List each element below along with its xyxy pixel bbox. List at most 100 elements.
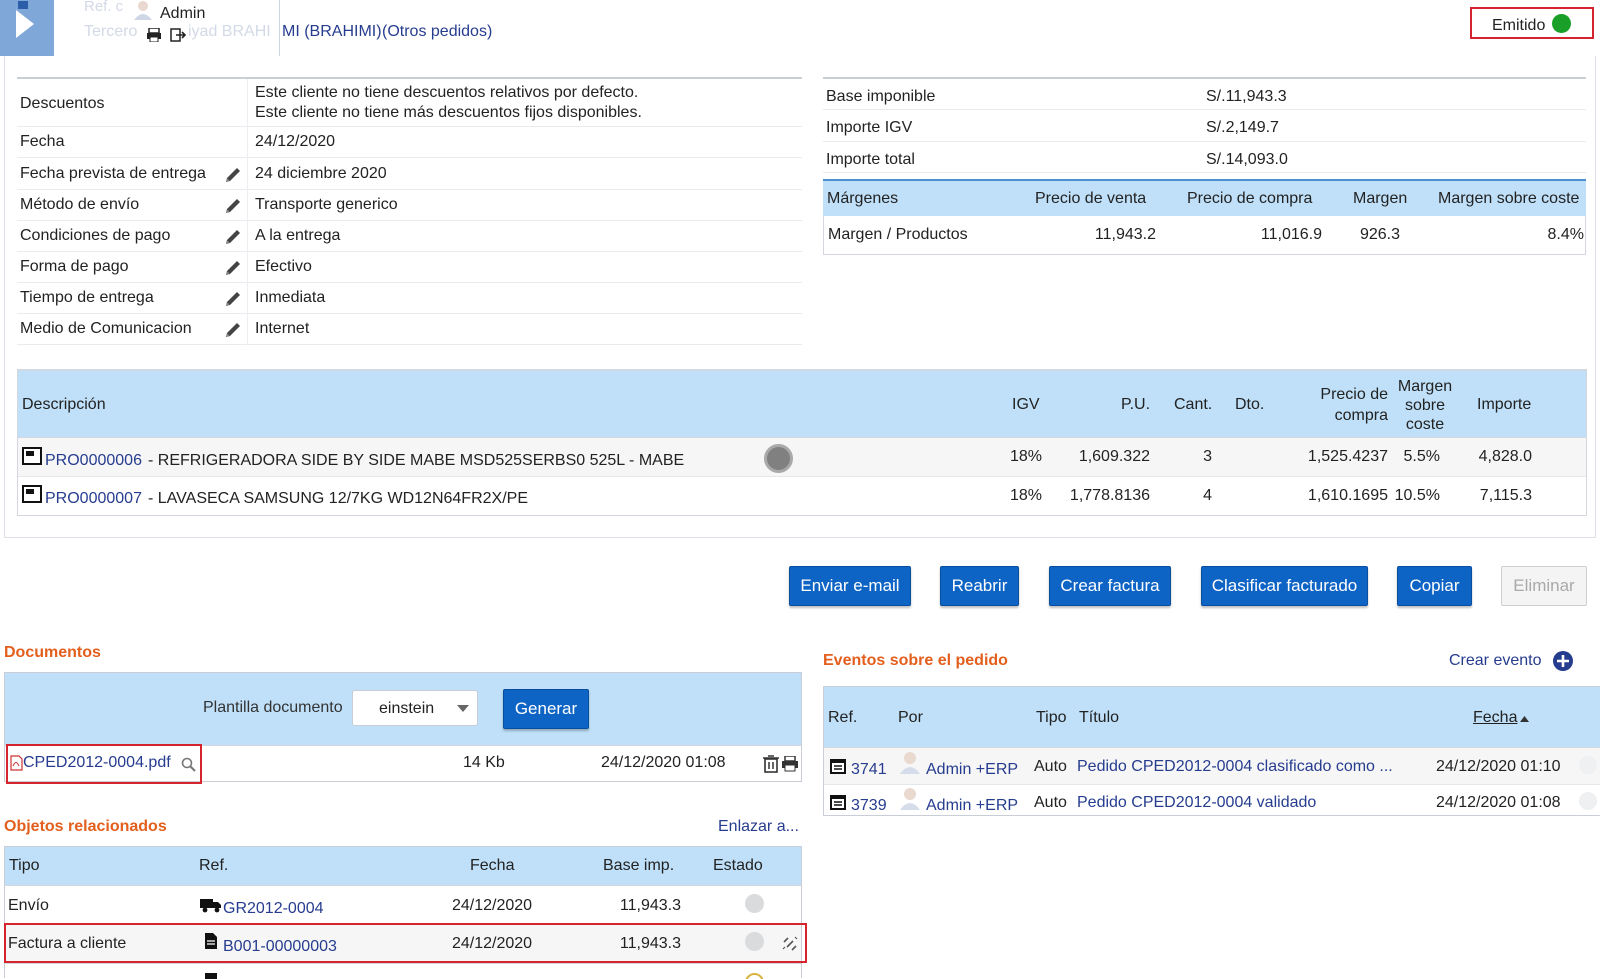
document-file-row: CPED2012-0004.pdf 14 Kb 24/12/2020 01:08 xyxy=(5,744,801,784)
create-event-link[interactable]: Crear evento xyxy=(1449,652,1542,670)
lines-header: Descripción IGV P.U. Cant. Dto. Precio d… xyxy=(18,370,1586,437)
edit-pencil-icon[interactable] xyxy=(224,197,242,215)
related-ref-link[interactable]: B001-00000003 xyxy=(223,938,337,956)
detail-label: Condiciones de pago xyxy=(20,227,171,244)
third-party-name[interactable]: MI (BRAHIMI) xyxy=(282,23,382,41)
trash-icon[interactable] xyxy=(763,755,779,773)
documents-title: Documentos xyxy=(4,644,101,661)
related-type: Factura a cliente xyxy=(8,935,127,952)
user-avatar-icon xyxy=(900,752,920,774)
related-objects-title: Objetos relacionados xyxy=(4,818,167,835)
document-file-link[interactable]: CPED2012-0004.pdf xyxy=(23,754,171,772)
back-panel-toggle[interactable] xyxy=(0,0,54,56)
line-igv: 18% xyxy=(1009,448,1042,465)
print-icon[interactable] xyxy=(146,27,162,47)
line-qty: 3 xyxy=(1203,448,1212,465)
detail-label: Fecha prevista de entrega xyxy=(20,165,206,182)
event-ref-link[interactable]: 3739 xyxy=(851,797,887,815)
events-col-date-sort[interactable]: Fecha xyxy=(1473,709,1517,727)
documents-generate-bar: Plantilla documento einstein Generar xyxy=(5,673,801,745)
user-name[interactable]: Admin xyxy=(160,5,205,23)
status-dot xyxy=(745,973,764,979)
drag-handle[interactable] xyxy=(764,444,793,473)
truck-icon xyxy=(200,899,221,913)
document-file-date: 24/12/2020 01:08 xyxy=(601,754,726,771)
related-objects-table: Tipo Ref. Fecha Base imp. Estado Envío G… xyxy=(4,846,807,979)
event-title-link[interactable]: Pedido CPED2012-0004 validado xyxy=(1077,794,1316,812)
detail-value: 24 diciembre 2020 xyxy=(255,165,387,182)
order-lines-table: Descripción IGV P.U. Cant. Dto. Precio d… xyxy=(17,369,1587,516)
line-margin: 10.5% xyxy=(1394,487,1440,504)
copy-button[interactable]: Copiar xyxy=(1397,566,1472,606)
events-header: Ref. Por Tipo Título Fecha xyxy=(824,687,1600,747)
col-margin: sobre xyxy=(1404,397,1446,414)
amount-row: Base imponible S/.11,943.3 xyxy=(823,79,1586,110)
related-ref-link[interactable]: GR2012-0004 xyxy=(223,900,324,918)
edit-pencil-icon[interactable] xyxy=(224,259,242,277)
margins-col: Margen xyxy=(1353,190,1408,207)
related-col: Tipo xyxy=(9,857,40,874)
edit-pencil-icon[interactable] xyxy=(224,290,242,308)
logout-icon[interactable] xyxy=(170,28,187,47)
status-dot xyxy=(745,894,764,913)
product-ref-link[interactable]: PRO0000006 xyxy=(45,452,142,470)
other-orders-link[interactable]: (Otros pedidos) xyxy=(382,23,492,41)
margins-cell: 926.3 xyxy=(1359,226,1400,243)
edit-pencil-icon[interactable] xyxy=(224,228,242,246)
reopen-button[interactable]: Reabrir xyxy=(940,566,1019,606)
events-title: Eventos sobre el pedido xyxy=(823,652,1008,669)
detail-label: Medio de Comunicacion xyxy=(20,320,192,337)
sort-asc-icon[interactable] xyxy=(1520,716,1529,722)
col-buy-price: compra xyxy=(1334,407,1388,424)
order-line-row: PRO0000007 - LAVASECA SAMSUNG 12/7KG WD1… xyxy=(18,476,1586,515)
classify-billed-button[interactable]: Clasificar facturado xyxy=(1201,566,1368,606)
event-row: 3741 Admin +ERP Auto Pedido CPED2012-000… xyxy=(824,747,1600,784)
event-ref-link[interactable]: 3741 xyxy=(851,761,887,779)
related-col: Fecha xyxy=(470,857,515,874)
status-label: Emitido xyxy=(1492,17,1546,34)
detail-value: Inmediata xyxy=(255,289,326,306)
detail-value: Efectivo xyxy=(255,258,312,275)
unlink-icon[interactable] xyxy=(782,936,798,952)
detail-row: Tiempo de entrega Inmediata xyxy=(17,283,802,314)
events-table: Ref. Por Tipo Título Fecha 3741 Admin +E… xyxy=(823,686,1600,816)
related-row: Envío GR2012-0004 24/12/2020 11,943.3 xyxy=(5,885,801,924)
detail-label: Descuentos xyxy=(20,95,105,112)
event-author-link[interactable]: Admin +ERP xyxy=(926,797,1018,815)
detail-label: Fecha xyxy=(20,133,65,150)
user-avatar-icon xyxy=(132,0,154,20)
create-invoice-button[interactable]: Crear factura xyxy=(1049,566,1171,606)
related-row: Factura a cliente B001-00000003 24/12/20… xyxy=(4,923,807,963)
line-buy-price: 1,525.4237 xyxy=(1307,448,1388,465)
col-buy-price: Precio de xyxy=(1320,386,1388,403)
generate-button[interactable]: Generar xyxy=(503,689,589,729)
detail-row: Método de envío Transporte generico xyxy=(17,190,802,221)
event-author-link[interactable]: Admin +ERP xyxy=(926,761,1018,779)
edit-pencil-icon[interactable] xyxy=(224,166,242,184)
amount-row: Importe total S/.14,093.0 xyxy=(823,142,1586,173)
link-to-button[interactable]: Enlazar a... xyxy=(718,818,799,836)
edit-pencil-icon[interactable] xyxy=(224,321,242,339)
document-file-size: 14 Kb xyxy=(463,754,505,771)
documents-panel: Plantilla documento einstein Generar CPE… xyxy=(4,672,802,784)
amount-value: S/.2,149.7 xyxy=(1206,119,1279,136)
related-date: 24/12/2020 xyxy=(452,935,533,952)
events-col-type: Tipo xyxy=(1036,709,1067,726)
event-calendar-icon xyxy=(830,795,846,810)
related-col: Estado xyxy=(713,857,763,874)
detail-row: Fecha prevista de entrega 24 diciembre 2… xyxy=(17,158,802,190)
column-divider xyxy=(247,79,248,345)
order-details-table: Descuentos Este cliente no tiene descuen… xyxy=(17,77,802,349)
product-ref-link[interactable]: PRO0000007 xyxy=(45,490,142,508)
detail-label: Tiempo de entrega xyxy=(20,289,154,306)
detail-value: 24/12/2020 xyxy=(255,133,336,150)
template-select[interactable]: einstein xyxy=(352,690,478,726)
send-email-button[interactable]: Enviar e-mail xyxy=(789,566,911,606)
ref-label: Ref. c xyxy=(84,0,124,15)
print-icon[interactable] xyxy=(781,756,799,772)
related-col: Base imp. xyxy=(603,857,675,874)
plus-circle-icon[interactable] xyxy=(1552,650,1574,672)
margins-col: Márgenes xyxy=(827,190,899,207)
event-title-link[interactable]: Pedido CPED2012-0004 clasificado como ..… xyxy=(1077,758,1393,776)
preview-magnifier-icon[interactable] xyxy=(181,757,196,772)
